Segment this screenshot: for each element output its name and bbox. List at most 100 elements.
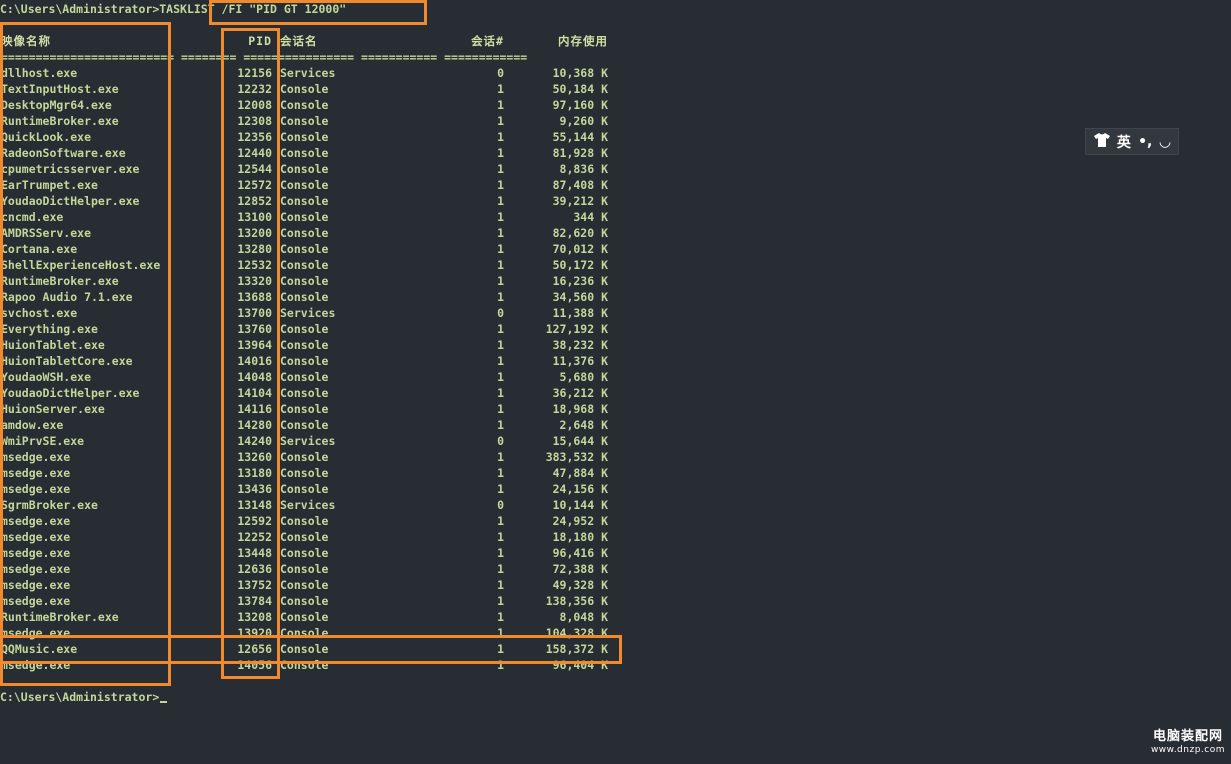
process-pid: 12852	[237, 194, 272, 208]
process-name: YoudaoWSH.exe	[1, 370, 92, 384]
process-session-name: Console	[280, 338, 329, 352]
process-session-num: 1	[497, 114, 504, 128]
prompt-line[interactable]: C:\Users\Administrator>	[0, 689, 168, 705]
process-name: dllhost.exe	[1, 66, 78, 80]
process-session-name: Console	[280, 546, 329, 560]
process-session-num: 1	[497, 162, 504, 176]
terminal-output[interactable]: C:\Users\Administrator>TASKLIST /FI "PID…	[0, 0, 608, 704]
process-mem-usage: 87,408 K	[552, 178, 608, 192]
process-mem-usage: 81,928 K	[552, 146, 608, 160]
process-session-name: Console	[280, 386, 329, 400]
process-name: cncmd.exe	[1, 210, 64, 224]
process-session-name: Console	[280, 226, 329, 240]
process-mem-usage: 138,356 K	[545, 594, 608, 608]
header-image-name: 映像名称	[1, 34, 51, 48]
process-session-name: Console	[280, 354, 329, 368]
header-session-num: 会话#	[471, 34, 504, 48]
process-session-name: Services	[280, 434, 336, 448]
process-name: WmiPrvSE.exe	[1, 434, 85, 448]
process-name: SgrmBroker.exe	[1, 498, 98, 512]
process-session-name: Console	[280, 98, 329, 112]
process-pid: 13964	[237, 338, 272, 352]
process-pid: 12636	[237, 562, 272, 576]
shirt-icon[interactable]	[1093, 132, 1110, 151]
process-mem-usage: 5,680 K	[559, 370, 608, 384]
process-mem-usage: 15,644 K	[552, 434, 608, 448]
process-mem-usage: 50,172 K	[552, 258, 608, 272]
process-session-name: Console	[280, 642, 329, 656]
process-pid: 14240	[237, 434, 272, 448]
process-mem-usage: 127,192 K	[545, 322, 608, 336]
watermark: 电脑装配网 www.dnzp.com	[1151, 725, 1225, 755]
process-session-num: 1	[497, 626, 504, 640]
process-session-num: 1	[497, 130, 504, 144]
process-mem-usage: 10,368 K	[552, 66, 608, 80]
process-name: YoudaoDictHelper.exe	[1, 386, 140, 400]
process-session-num: 1	[497, 610, 504, 624]
punctuation-icon[interactable]: •,	[1138, 134, 1152, 150]
process-pid: 12544	[237, 162, 272, 176]
process-pid: 12532	[237, 258, 272, 272]
process-pid: 12656	[237, 642, 272, 656]
process-name: msedge.exe	[1, 530, 71, 544]
process-session-num: 1	[497, 418, 504, 432]
process-session-num: 1	[497, 370, 504, 384]
process-session-name: Console	[280, 450, 329, 464]
process-name: RuntimeBroker.exe	[1, 274, 119, 288]
process-pid: 12592	[237, 514, 272, 528]
process-name: svchost.exe	[1, 306, 78, 320]
process-mem-usage: 11,388 K	[552, 306, 608, 320]
process-session-name: Console	[280, 626, 329, 640]
process-pid: 13208	[237, 610, 272, 624]
process-mem-usage: 2,648 K	[559, 418, 608, 432]
header-pid: PID	[248, 34, 272, 48]
watermark-url: www.dnzp.com	[1150, 745, 1225, 755]
process-name: YoudaoDictHelper.exe	[1, 194, 140, 208]
process-name: Everything.exe	[1, 322, 98, 336]
process-session-name: Services	[280, 66, 336, 80]
process-pid: 13260	[237, 450, 272, 464]
ime-language-label[interactable]: 英	[1117, 132, 1131, 152]
process-session-num: 1	[497, 178, 504, 192]
process-session-num: 1	[497, 354, 504, 368]
process-pid: 12356	[237, 130, 272, 144]
process-session-num: 1	[497, 594, 504, 608]
process-session-num: 1	[497, 194, 504, 208]
process-name: msedge.exe	[1, 466, 71, 480]
process-name: QuickLook.exe	[1, 130, 92, 144]
process-session-name: Console	[280, 290, 329, 304]
process-mem-usage: 158,372 K	[545, 642, 608, 656]
process-session-name: Console	[280, 178, 329, 192]
process-session-num: 1	[497, 210, 504, 224]
process-session-num: 1	[497, 466, 504, 480]
prompt-text: C:\Users\Administrator>	[0, 2, 160, 16]
process-session-name: Console	[280, 258, 329, 272]
process-name: msedge.exe	[1, 658, 71, 672]
process-pid: 13320	[237, 274, 272, 288]
process-session-num: 0	[497, 66, 504, 80]
process-mem-usage: 16,236 K	[552, 274, 608, 288]
process-pid: 13700	[237, 306, 272, 320]
process-session-name: Console	[280, 82, 329, 96]
process-mem-usage: 96,404 K	[552, 658, 608, 672]
table-header: 映像名称 PID 会话名 会话# 内存使用	[0, 33, 607, 49]
process-pid: 13920	[237, 626, 272, 640]
process-mem-usage: 96,416 K	[552, 546, 608, 560]
process-mem-usage: 18,180 K	[552, 530, 608, 544]
process-name: RuntimeBroker.exe	[1, 610, 119, 624]
half-width-moon-icon[interactable]: ◡	[1160, 134, 1171, 150]
process-pid: 13280	[237, 242, 272, 256]
process-mem-usage: 9,260 K	[559, 114, 608, 128]
process-pid: 12232	[237, 82, 272, 96]
process-session-num: 1	[497, 482, 504, 496]
ime-toolbar[interactable]: 英 •, ◡	[1085, 128, 1179, 155]
prompt-text: C:\Users\Administrator>	[0, 690, 160, 704]
process-mem-usage: 34,560 K	[552, 290, 608, 304]
process-pid: 14056	[237, 658, 272, 672]
process-pid: 13784	[237, 594, 272, 608]
process-mem-usage: 383,532 K	[545, 450, 608, 464]
process-name: msedge.exe	[1, 562, 71, 576]
process-session-num: 1	[497, 226, 504, 240]
process-name: msedge.exe	[1, 546, 71, 560]
watermark-title: 电脑装配网	[1152, 729, 1223, 744]
